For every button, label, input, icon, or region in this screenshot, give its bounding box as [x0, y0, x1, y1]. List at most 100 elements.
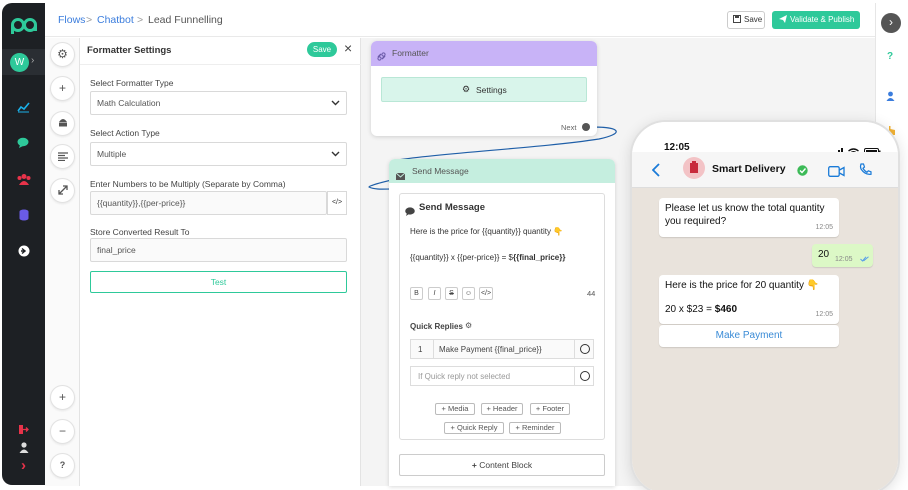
- strikethrough-button[interactable]: S: [445, 287, 458, 300]
- italic-button[interactable]: I: [428, 287, 441, 300]
- cogs-icon: ⚙: [57, 47, 68, 61]
- database-icon[interactable]: [2, 209, 45, 224]
- formatter-settings-label: Settings: [476, 85, 507, 95]
- canvas-tools: ⚙ + + − ?: [45, 38, 80, 486]
- formatter-settings-button[interactable]: ⚙ Settings: [381, 77, 587, 102]
- user-icon[interactable]: [886, 88, 895, 106]
- fit-view-button[interactable]: [50, 178, 75, 203]
- send-message-node[interactable]: Send Message Send Message Here is the pr…: [389, 159, 615, 486]
- top-bar: Flows > Chatbot > Lead Funnelling Save V…: [45, 3, 875, 37]
- quick-reply-fallback-connector[interactable]: [580, 371, 590, 381]
- insert-variable-button[interactable]: </>: [327, 191, 347, 215]
- formatter-type-select[interactable]: Math Calculation: [90, 91, 347, 115]
- phone-call-icon[interactable]: [859, 163, 872, 181]
- contacts-icon[interactable]: [2, 173, 45, 188]
- result-input[interactable]: final_price: [90, 238, 347, 262]
- test-button[interactable]: Test: [90, 271, 347, 293]
- formatter-type-value: Math Calculation: [97, 98, 161, 108]
- action-type-select[interactable]: Multiple: [90, 142, 347, 166]
- workspace-avatar[interactable]: W: [10, 53, 29, 72]
- message-text-editor[interactable]: Here is the price for {{quantity}} quant…: [410, 227, 596, 287]
- next-label: Next: [561, 123, 577, 132]
- align-button[interactable]: [50, 144, 75, 169]
- contact-name: Smart Delivery: [712, 163, 786, 175]
- validate-publish-button[interactable]: Validate & Publish: [772, 11, 860, 29]
- analytics-icon[interactable]: [2, 101, 45, 116]
- bold-button[interactable]: B: [410, 287, 423, 300]
- formatter-node[interactable]: Formatter ⚙ Settings Next: [371, 41, 597, 136]
- zoom-out-button[interactable]: −: [50, 419, 75, 444]
- content-block-label: Content Block: [479, 460, 533, 470]
- arrow-circle-right-icon[interactable]: [2, 245, 45, 260]
- user-icon[interactable]: [2, 441, 45, 456]
- flow-settings-button[interactable]: ⚙: [50, 42, 75, 67]
- next-connector-handle[interactable]: [582, 123, 590, 131]
- phone-status-bar: 12:05: [632, 122, 898, 156]
- result-label: Store Converted Result To: [90, 227, 190, 237]
- validate-publish-label: Validate & Publish: [790, 15, 855, 24]
- quick-reply-fallback[interactable]: If Quick reply not selected: [410, 366, 594, 386]
- help-question-icon[interactable]: ?: [887, 51, 893, 62]
- gear-icon[interactable]: ⚙: [465, 321, 472, 330]
- whatsapp-preview-phone: 12:05 Smart Delivery Please let us know …: [630, 120, 900, 490]
- breadcrumb-separator: >: [86, 14, 93, 26]
- incoming-message-2-line-1: Here is the price for 20 quantity 👇: [665, 280, 820, 291]
- app-logo[interactable]: [11, 15, 37, 35]
- add-node-button[interactable]: +: [50, 76, 75, 101]
- message-card-title: Send Message: [419, 202, 485, 213]
- floppy-icon: [733, 12, 741, 28]
- make-payment-button[interactable]: Make Payment: [659, 325, 839, 347]
- breadcrumb-chatbot[interactable]: Chatbot: [97, 14, 134, 26]
- message-line-2-bold: {{final_price}}: [512, 253, 566, 262]
- quick-reply-divider: [433, 340, 434, 358]
- video-call-icon[interactable]: [828, 164, 845, 182]
- add-media-button[interactable]: + Media: [435, 403, 475, 415]
- add-reminder-button[interactable]: + Reminder: [509, 422, 561, 434]
- link-icon: [377, 48, 386, 66]
- breadcrumb-flows[interactable]: Flows: [58, 14, 85, 26]
- help-button[interactable]: ?: [50, 453, 75, 478]
- add-content-block-button[interactable]: + Content Block: [399, 454, 605, 476]
- emoji-button[interactable]: ☺: [462, 287, 475, 300]
- numbers-label: Enter Numbers to be Multiply (Separate b…: [90, 179, 286, 189]
- chat-icon[interactable]: [2, 137, 45, 152]
- message-line-2: {{quantity}} x {{per-price}} = ${{final_…: [410, 253, 596, 262]
- add-footer-button[interactable]: + Footer: [530, 403, 570, 415]
- save-flow-button[interactable]: Save: [727, 11, 765, 29]
- quick-reply-1-connector[interactable]: [580, 344, 590, 354]
- outgoing-message: 20 12:05: [812, 244, 873, 267]
- incoming-message-2-line-2: 20 x $23 = $460: [665, 303, 833, 316]
- app-window: W › › Flows > Chatbot > Lead Funnelling …: [0, 0, 908, 490]
- verified-badge-icon: [797, 163, 808, 181]
- panel-divider: [80, 64, 361, 65]
- send-message-node-title: Send Message: [412, 166, 469, 176]
- back-arrow-icon[interactable]: [651, 163, 660, 182]
- chevron-right-icon: ›: [31, 55, 35, 66]
- incoming-message-1-line-1: Please let us know the total quantity: [665, 203, 825, 214]
- android-button[interactable]: [50, 111, 75, 136]
- logout-icon[interactable]: [2, 423, 45, 438]
- numbers-input[interactable]: {{quantity}},{{per-price}}: [90, 191, 327, 215]
- cogs-icon: ⚙: [462, 84, 471, 94]
- collapse-preview-button[interactable]: ›: [881, 13, 901, 33]
- expand-chevron-icon[interactable]: ›: [2, 457, 45, 474]
- message-timestamp: 12:05: [815, 311, 833, 318]
- add-header-button[interactable]: + Header: [481, 403, 523, 415]
- workspace-switcher[interactable]: W ›: [2, 49, 45, 75]
- zoom-in-button[interactable]: +: [50, 385, 75, 410]
- quick-reply-1-index: 1: [418, 345, 423, 354]
- code-button[interactable]: </>: [479, 287, 493, 300]
- message-icon: [395, 167, 406, 185]
- zoom-out-icon: −: [58, 424, 66, 438]
- add-quick-reply-button[interactable]: + Quick Reply: [444, 422, 504, 434]
- panel-save-button[interactable]: Save: [307, 42, 337, 57]
- comment-icon: [405, 203, 415, 221]
- quick-reply-1[interactable]: 1 Make Payment {{final_price}}: [410, 339, 594, 359]
- question-icon: ?: [59, 460, 66, 470]
- formatter-node-title: Formatter: [392, 48, 429, 58]
- close-icon[interactable]: ×: [344, 40, 352, 56]
- action-type-value: Multiple: [97, 149, 127, 159]
- breadcrumb-current: Lead Funnelling: [148, 14, 223, 26]
- formatter-settings-panel: Formatter Settings Save × Select Formatt…: [80, 38, 361, 486]
- quick-reply-fallback-placeholder: If Quick reply not selected: [418, 372, 511, 381]
